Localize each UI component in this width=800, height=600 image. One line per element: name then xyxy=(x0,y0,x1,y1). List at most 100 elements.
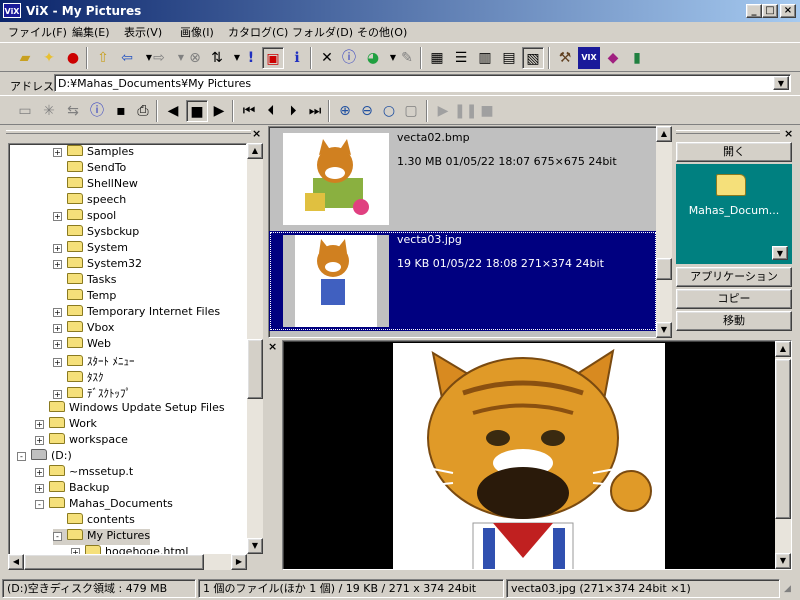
folder-dropdown-icon[interactable]: ▼ xyxy=(772,246,788,260)
save-icon[interactable]: ▪ xyxy=(110,100,132,122)
tree-item[interactable]: - Mahas_Documents xyxy=(35,497,173,513)
thumbnail-item-selected[interactable]: vecta03.jpg 19 KB 01/05/22 18:08 271×374… xyxy=(269,231,657,331)
expand-icon[interactable]: + xyxy=(53,148,62,157)
collapse-icon[interactable]: - xyxy=(35,500,44,509)
prev-icon[interactable]: ◀ xyxy=(162,100,184,122)
tree-item[interactable]: - My Pictures xyxy=(53,529,151,545)
bookmark-icon[interactable]: ● xyxy=(62,47,84,69)
thumbnail-image-vecta03[interactable] xyxy=(283,235,389,327)
thumbnail-list[interactable]: vecta02.bmp 1.30 MB 01/05/22 18:07 675×6… xyxy=(268,126,658,338)
tree-scroll-thumb[interactable] xyxy=(247,339,263,399)
title-bar[interactable]: ViX ViX - My Pictures _ □ × xyxy=(0,0,800,22)
step-back-icon[interactable]: ⏴ xyxy=(260,100,282,122)
preview-scrollbar[interactable]: ▲ ▼ xyxy=(775,341,791,569)
stop-icon[interactable]: ⊗ xyxy=(184,47,206,69)
expand-icon[interactable]: + xyxy=(53,390,62,399)
expand-icon[interactable]: + xyxy=(53,308,62,317)
last-icon[interactable]: ⏭ xyxy=(304,100,326,122)
vix-logo-icon[interactable]: VIX xyxy=(578,47,600,69)
next-icon[interactable]: ▶ xyxy=(208,100,230,122)
app-icon[interactable]: ViX xyxy=(3,3,21,18)
tree-item[interactable]: + ~mssetup.t xyxy=(35,465,133,481)
hammer-icon[interactable]: ⚒ xyxy=(554,47,576,69)
preview-scroll-down-icon[interactable]: ▼ xyxy=(775,553,791,569)
small-icons-view-icon[interactable]: ▤ xyxy=(498,47,520,69)
zoom-reset-icon[interactable]: ○ xyxy=(378,100,400,122)
tree-item[interactable]: - (D:) xyxy=(17,449,72,465)
image-info-icon[interactable]: ⓘ xyxy=(86,100,108,122)
forward-arrow-icon[interactable]: ⇨ xyxy=(148,47,170,69)
menu-other[interactable]: その他(O) xyxy=(357,24,407,40)
tree-item[interactable]: Temp xyxy=(53,289,116,305)
thumbnail-scrollbar[interactable]: ▲ ▼ xyxy=(656,126,672,338)
tree-item[interactable]: + Temporary Internet Files xyxy=(53,305,220,321)
menu-edit[interactable]: 編集(E) xyxy=(72,24,110,40)
tree-item[interactable]: + workspace xyxy=(35,433,128,449)
expand-icon[interactable]: + xyxy=(53,244,62,253)
step-forward-icon[interactable]: ⏵ xyxy=(282,100,304,122)
tree-item[interactable]: + Web xyxy=(53,337,111,353)
book-icon[interactable]: ◆ xyxy=(602,47,624,69)
wand-icon[interactable]: ✎ xyxy=(396,47,418,69)
menu-catalog[interactable]: カタログ(C) xyxy=(228,24,288,40)
expand-icon[interactable]: + xyxy=(35,420,44,429)
tree-item[interactable]: + Vbox xyxy=(53,321,114,337)
open-button[interactable]: 開く xyxy=(676,142,792,162)
thumbs-scroll-down-icon[interactable]: ▼ xyxy=(656,322,672,338)
tree-item[interactable]: + Samples xyxy=(53,145,134,161)
tree-item[interactable]: Sysbckup xyxy=(53,225,139,241)
menu-file[interactable]: ファイル(F) xyxy=(8,24,67,40)
color-wheel-icon[interactable]: ◕ xyxy=(362,47,384,69)
resize-grip-icon[interactable]: ◢ xyxy=(784,584,791,594)
tree-item[interactable]: + ｽﾀｰﾄ ﾒﾆｭｰ xyxy=(53,353,135,369)
tree-grip[interactable] xyxy=(6,130,251,134)
preview-close-icon[interactable]: × xyxy=(268,340,277,353)
print-icon[interactable]: ⎙ xyxy=(132,100,154,122)
transform-icon[interactable]: ⇆ xyxy=(62,100,84,122)
alert-icon[interactable]: ! xyxy=(240,47,262,69)
tree-item[interactable]: + System xyxy=(53,241,128,257)
list-view-icon[interactable]: ☰ xyxy=(450,47,472,69)
effects-icon[interactable]: ✳ xyxy=(38,100,60,122)
thumbnail-item[interactable]: vecta02.bmp 1.30 MB 01/05/22 18:07 675×6… xyxy=(269,129,657,229)
tree-scroll-right-icon[interactable]: ▶ xyxy=(231,554,247,570)
info-icon[interactable]: ℹ xyxy=(286,47,308,69)
stop-slideshow-icon[interactable]: ■ xyxy=(186,100,208,122)
first-icon[interactable]: ⏮ xyxy=(238,100,260,122)
tree-item[interactable]: + spool xyxy=(53,209,116,225)
expand-icon[interactable]: + xyxy=(53,340,62,349)
folder-target[interactable]: Mahas_Docum... ▼ xyxy=(676,164,792,264)
tree-item[interactable]: Windows Update Setup Files xyxy=(35,401,225,417)
details-view-icon[interactable]: ▧ xyxy=(522,47,544,69)
preview-scroll-thumb[interactable] xyxy=(775,359,791,519)
tree-hscrollbar[interactable]: ◀ ▶ xyxy=(8,554,247,570)
properties-icon[interactable]: ⓘ xyxy=(338,47,360,69)
tree-close-icon[interactable]: × xyxy=(252,127,261,140)
tree-scroll-up-icon[interactable]: ▲ xyxy=(247,143,263,159)
large-icons-view-icon[interactable]: ▥ xyxy=(474,47,496,69)
tree-item[interactable]: SendTo xyxy=(53,161,126,177)
move-button[interactable]: 移動 xyxy=(676,311,792,331)
layout-toggle-icon[interactable]: ▣ xyxy=(262,47,284,69)
image-preview[interactable]: ▲ ▼ xyxy=(282,340,792,570)
tree-item[interactable]: + System32 xyxy=(53,257,142,273)
maximize-button[interactable]: □ xyxy=(762,4,778,18)
play-icon[interactable]: ▶ xyxy=(432,100,454,122)
tree-hscroll-thumb[interactable] xyxy=(24,554,204,570)
application-button[interactable]: アプリケーション xyxy=(676,267,792,287)
zoom-out-icon[interactable]: ⊖ xyxy=(356,100,378,122)
pause-icon[interactable]: ❚❚ xyxy=(454,100,477,122)
sort-icon[interactable]: ⇅ xyxy=(206,47,228,69)
menu-image[interactable]: 画像(I) xyxy=(180,24,214,40)
close-button[interactable]: × xyxy=(780,4,796,18)
minimize-button[interactable]: _ xyxy=(746,4,762,18)
collapse-icon[interactable]: - xyxy=(53,532,62,541)
new-folder-icon[interactable]: ✦ xyxy=(38,47,60,69)
expand-icon[interactable]: + xyxy=(53,324,62,333)
collapse-icon[interactable]: - xyxy=(17,452,26,461)
back-arrow-icon[interactable]: ⇦ xyxy=(116,47,138,69)
thumbnail-image-vecta02[interactable] xyxy=(283,133,389,225)
thumbs-scroll-thumb[interactable] xyxy=(656,258,672,280)
address-dropdown-icon[interactable]: ▼ xyxy=(773,76,789,90)
delete-icon[interactable]: ✕ xyxy=(316,47,338,69)
